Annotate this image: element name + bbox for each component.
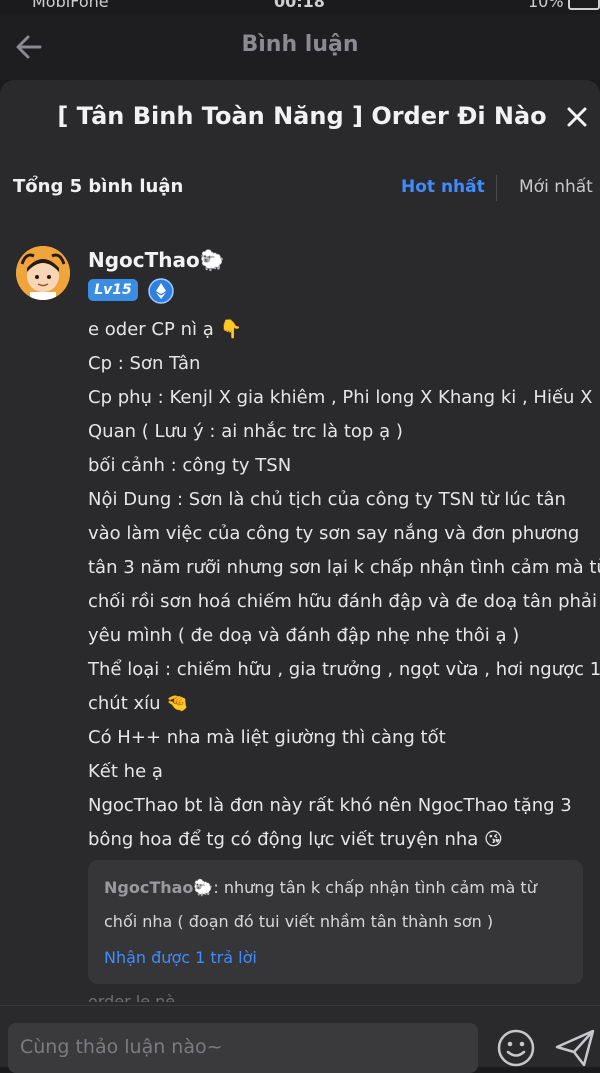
comment-line: Kết he ạ: [88, 761, 163, 782]
reply-text: : nhưng tân k chấp nhận tình cảm mà từ: [213, 878, 537, 897]
reply-line: NgocThao🐑: nhưng tân k chấp nhận tình cả…: [104, 878, 537, 897]
comment-line: Nội Dung : Sơn là chủ tịch của công ty T…: [88, 489, 566, 510]
comment-body: e oder CP nì ạ 👇 Cp : Sơn Tân Cp phụ : K…: [88, 313, 600, 857]
comment-line: Cp : Sơn Tân: [88, 353, 201, 374]
comment-line: chút xíu 🤏: [88, 693, 189, 714]
app-header: Bình luận: [0, 14, 600, 80]
comment-line: Quan ( Lưu ý : ai nhắc trc là top ạ ): [88, 421, 403, 442]
comments-sheet: [ Tân Binh Toàn Năng ] Order Đi Nào Tổng…: [0, 80, 600, 1066]
comment-line: Thể loại : chiếm hữu , gia trưởng , ngọt…: [88, 659, 600, 680]
sort-hot-tab[interactable]: Hot nhất: [401, 177, 485, 197]
avatar[interactable]: [16, 246, 70, 300]
status-time: 00:18: [274, 0, 325, 11]
comment-line: NgocThao bt là đơn này rất khó nên NgocT…: [88, 795, 572, 816]
view-replies-link[interactable]: Nhận được 1 trả lời: [104, 948, 257, 967]
comment-composer: [0, 1005, 600, 1073]
ethereum-badge-icon: [148, 278, 174, 304]
post-title: [ Tân Binh Toàn Năng ] Order Đi Nào: [57, 102, 547, 130]
comment-line: vào làm việc của công ty sơn say nắng và…: [88, 523, 580, 544]
comment-line: bông hoa để tg có động lực viết truyện n…: [88, 829, 503, 850]
next-comment-preview: order le nè: [88, 992, 176, 1002]
comment-line: chối rồi sơn hoá chiếm hữu đánh đập và đ…: [88, 591, 597, 612]
send-icon[interactable]: [554, 1026, 596, 1068]
comment-line: tân 3 năm rưỡi nhưng sơn lại k chấp nhận…: [88, 557, 600, 578]
comment-line: yêu mình ( đe doạ và đánh đập nhẹ nhẹ th…: [88, 625, 520, 646]
sort-newest-tab[interactable]: Mới nhất: [519, 177, 593, 197]
tiger-avatar-icon: [16, 246, 70, 300]
page-title: Bình luận: [241, 32, 359, 57]
battery-percent: 10%: [528, 0, 564, 11]
comment-username[interactable]: NgocThao🐑: [88, 248, 225, 272]
emoji-icon[interactable]: [496, 1028, 536, 1068]
sort-divider: [496, 175, 497, 201]
level-badge: Lv15: [88, 279, 138, 301]
status-bar: MobiFone 00:18 10%: [0, 0, 600, 14]
reply-preview[interactable]: NgocThao🐑: nhưng tân k chấp nhận tình cả…: [88, 860, 583, 984]
carrier-name: MobiFone: [32, 0, 109, 11]
comment-line: Cp phụ : Kenjl X gia khiêm , Phi long X …: [88, 387, 593, 408]
comment-input[interactable]: [18, 1031, 462, 1063]
battery-icon: [568, 0, 600, 10]
comment-line: bối cảnh : công ty TSN: [88, 455, 292, 476]
close-icon[interactable]: [566, 106, 588, 128]
reply-text-continued: chối nha ( đoạn đó tui viết nhầm tân thà…: [104, 912, 494, 931]
reply-author[interactable]: NgocThao🐑: [104, 878, 213, 897]
comment-count: Tổng 5 bình luận: [13, 176, 184, 197]
comment-line: Có H++ nha mà liệt giường thì càng tốt: [88, 727, 446, 748]
comment-line: e oder CP nì ạ 👇: [88, 319, 242, 340]
